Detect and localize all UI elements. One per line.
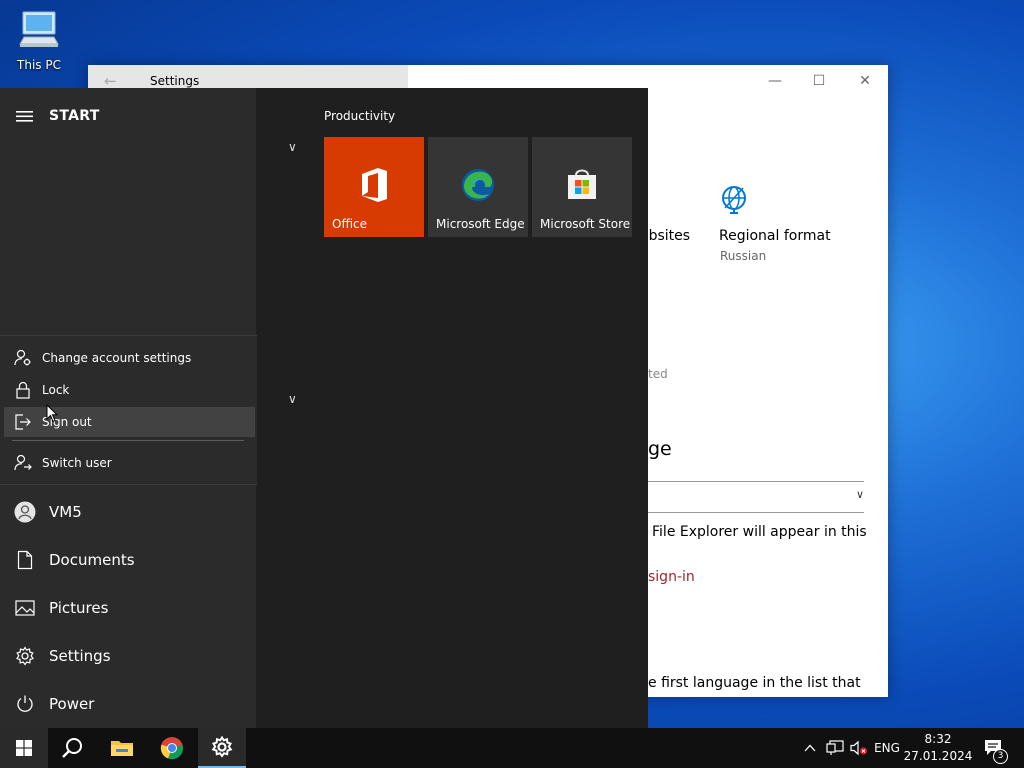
show-hidden-icons-button[interactable]	[800, 728, 820, 768]
store-icon	[532, 167, 632, 201]
folder-icon	[111, 741, 133, 756]
collapse-chevron-icon[interactable]: ∨	[288, 140, 297, 154]
nav-label: Power	[49, 695, 95, 713]
taskbar: ENG 8:32 27.01.2024 3	[0, 728, 1024, 768]
start-title: START	[49, 108, 100, 124]
switch-user-icon	[4, 454, 42, 472]
nav-label: Settings	[49, 647, 111, 665]
minimize-icon: —	[768, 73, 782, 89]
tile-label: Microsoft Edge	[436, 217, 525, 231]
globe-icon	[722, 186, 746, 214]
collapse-chevron-icon[interactable]: ∨	[288, 392, 297, 406]
search-button[interactable]	[48, 728, 96, 768]
change-account-settings-item[interactable]: Change account settings	[4, 343, 255, 373]
regional-format-label: Regional format	[719, 228, 831, 244]
volume-button[interactable]	[846, 728, 872, 768]
network-button[interactable]	[822, 728, 848, 768]
volume-muted-icon	[850, 740, 868, 756]
tile-microsoft-edge[interactable]: Microsoft Edge	[428, 137, 528, 237]
status-fragment: ted	[648, 367, 668, 381]
chrome-taskbar-button[interactable]	[148, 728, 196, 768]
sign-out-icon	[4, 413, 42, 431]
tile-label: Microsoft Store	[540, 217, 631, 231]
gear-icon	[211, 736, 233, 758]
start-button[interactable]	[0, 728, 48, 768]
user-account-button[interactable]: VM5	[0, 489, 256, 535]
nav-label: VM5	[49, 503, 82, 521]
section-heading-fragment: ge	[648, 438, 672, 460]
maximize-button[interactable]: ☐	[796, 65, 842, 97]
windows-logo-icon	[16, 740, 32, 756]
file-explorer-text-fragment: File Explorer will appear in this	[652, 524, 867, 540]
menu-item-label: Lock	[42, 383, 70, 397]
close-button[interactable]: ✕	[842, 65, 888, 97]
start-left-pane: START Change account settings Lock Sign …	[0, 88, 257, 728]
search-icon	[62, 738, 82, 758]
computer-icon	[19, 11, 59, 47]
menu-item-label: Change account settings	[42, 351, 192, 365]
input-language-indicator[interactable]: ENG	[872, 728, 902, 768]
settings-button[interactable]: Settings	[0, 633, 256, 679]
tile-microsoft-store[interactable]: Microsoft Store	[532, 137, 632, 237]
minimize-button[interactable]: —	[752, 65, 798, 97]
clock[interactable]: 8:32 27.01.2024	[902, 731, 974, 765]
lock-item[interactable]: Lock	[4, 375, 255, 405]
network-icon	[826, 740, 844, 755]
nav-label: Pictures	[49, 599, 109, 617]
tile-label: Office	[332, 217, 368, 231]
account-flyout: Change account settings Lock Sign out Sw	[0, 335, 257, 485]
sign-out-item[interactable]: Sign out	[4, 407, 255, 437]
power-button[interactable]: Power	[0, 681, 256, 727]
chevron-up-icon	[804, 744, 816, 752]
close-icon: ✕	[859, 73, 871, 89]
nav-label: Documents	[49, 551, 135, 569]
start-menu: START Change account settings Lock Sign …	[0, 88, 648, 728]
clock-time: 8:32	[924, 732, 952, 746]
menu-item-label: Switch user	[42, 456, 112, 470]
window-title: Settings	[150, 74, 200, 88]
file-explorer-taskbar-button[interactable]	[98, 728, 146, 768]
clock-date: 27.01.2024	[903, 749, 973, 763]
mouse-cursor-icon	[46, 404, 58, 423]
lock-icon	[4, 381, 42, 399]
avatar	[0, 501, 49, 523]
language-dropdown[interactable]: ∨	[648, 481, 864, 513]
menu-divider	[12, 440, 244, 441]
pictures-icon	[0, 600, 49, 616]
office-icon	[324, 167, 424, 203]
desktop-icon-this-pc[interactable]: This PC	[10, 8, 68, 72]
notification-center-button[interactable]: 3	[978, 728, 1008, 768]
regional-format-value: Russian	[720, 249, 767, 263]
hamburger-menu-icon[interactable]	[16, 108, 34, 124]
tile-office[interactable]: Office	[324, 137, 424, 237]
first-language-text-fragment: e first language in the list that	[648, 675, 861, 691]
chrome-icon	[160, 737, 183, 760]
document-icon	[0, 550, 49, 570]
gear-icon	[0, 646, 49, 666]
pictures-button[interactable]: Pictures	[0, 585, 256, 631]
desktop-icon-label: This PC	[17, 58, 61, 72]
tile-group-title: Productivity	[324, 109, 396, 123]
power-icon	[0, 694, 49, 714]
notification-count-badge: 3	[993, 749, 1008, 764]
switch-user-item[interactable]: Switch user	[4, 448, 255, 478]
edge-icon	[428, 167, 528, 203]
documents-button[interactable]: Documents	[0, 537, 256, 583]
maximize-icon: ☐	[812, 73, 826, 89]
chevron-down-icon: ∨	[855, 488, 864, 501]
signin-link-fragment[interactable]: sign-in	[648, 569, 695, 585]
person-gear-icon	[4, 349, 42, 367]
settings-taskbar-button[interactable]	[198, 728, 246, 768]
